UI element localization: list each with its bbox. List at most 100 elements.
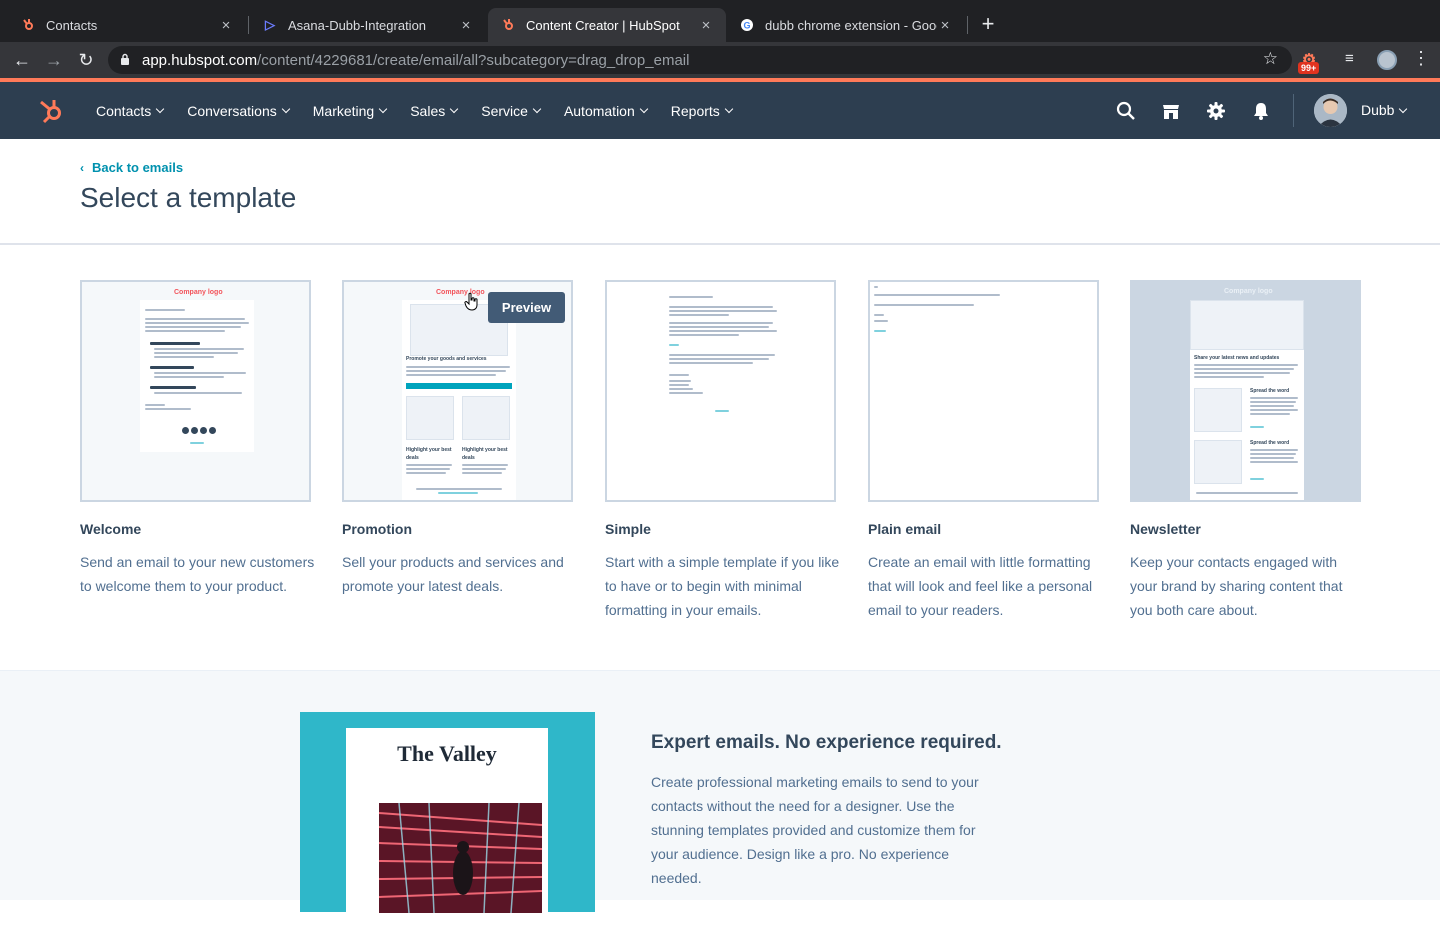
browser-profile-avatar[interactable]	[1377, 50, 1397, 70]
template-name: Simple	[605, 521, 651, 537]
template-description: Create an email with little formatting t…	[868, 554, 1093, 618]
thumb-company-logo: Company logo	[1224, 288, 1273, 295]
hubspot-logo-icon[interactable]	[37, 96, 65, 124]
template-card-plain-email[interactable]: Plain email Create an email with little …	[868, 280, 1099, 618]
nav-service[interactable]: Service	[481, 103, 542, 119]
close-icon[interactable]: ×	[937, 17, 953, 34]
promo-photo-image	[379, 803, 542, 913]
chevron-down-icon	[450, 104, 459, 114]
thumb-subheading: Spread the word	[1250, 440, 1290, 446]
url-text: app.hubspot.com/content/4229681/create/e…	[142, 52, 689, 69]
marketplace-icon[interactable]	[1160, 100, 1182, 122]
chevron-down-icon	[1399, 104, 1408, 113]
tab-title: Content Creator | HubSpot	[526, 17, 680, 33]
promo-email-sample: The Valley	[346, 728, 548, 928]
template-thumbnail[interactable]: Company logo Promote your goods and serv…	[342, 280, 573, 502]
media-controls-icon[interactable]: ≡	[1345, 50, 1354, 67]
search-icon[interactable]	[1115, 100, 1137, 122]
nav-contacts[interactable]: Contacts	[96, 102, 165, 119]
template-card-welcome[interactable]: Company logo Welcome Send an email to yo…	[80, 280, 314, 594]
close-icon[interactable]: ×	[458, 17, 474, 34]
nav-label: Sales	[410, 102, 446, 119]
hubspot-top-nav: Contacts Conversations Marketing Sales S…	[0, 82, 1440, 139]
template-card-simple[interactable]: Simple Start with a simple template if y…	[605, 280, 839, 618]
tab-title: dubb chrome extension - Goog	[765, 17, 937, 33]
thumb-subheading: Highlight your best deals	[462, 447, 508, 461]
url-host: app.hubspot.com	[142, 52, 258, 69]
thumb-company-logo: Company logo	[174, 289, 223, 296]
template-name: Welcome	[80, 521, 142, 537]
url-path: /content/4229681/create/email/all?subcat…	[257, 52, 690, 69]
hubspot-icon	[500, 17, 516, 33]
preview-button[interactable]: Preview	[488, 292, 565, 323]
browser-tab-google[interactable]: G dubb chrome extension - Goog ×	[727, 8, 965, 42]
settings-gear-icon[interactable]	[1205, 100, 1227, 122]
promo-illustration: The Valley	[300, 712, 595, 928]
back-arrow-icon[interactable]: ←	[10, 48, 34, 72]
lock-icon	[121, 53, 129, 65]
chevron-down-icon	[724, 104, 734, 114]
template-description: Keep your contacts engaged with your bra…	[1130, 554, 1343, 618]
template-thumbnail[interactable]	[868, 280, 1099, 502]
close-icon[interactable]: ×	[218, 17, 234, 34]
template-card-newsletter[interactable]: Company logo Share your latest news and …	[1130, 280, 1361, 618]
extension-badge: 99+	[1298, 62, 1320, 74]
nav-label: Contacts	[96, 102, 152, 119]
nav-label: Marketing	[312, 102, 375, 119]
header-divider	[0, 243, 1440, 245]
new-tab-button[interactable]: +	[976, 12, 1000, 36]
address-bar[interactable]: app.hubspot.com/content/4229681/create/e…	[108, 46, 1292, 74]
browser-menu-icon[interactable]: ⋮	[1412, 48, 1430, 69]
promo-art-title: The Valley	[397, 741, 497, 766]
dubb-icon: ▷	[265, 17, 275, 32]
template-card-promotion[interactable]: Company logo Promote your goods and serv…	[342, 280, 573, 594]
template-thumbnail[interactable]: Company logo	[80, 280, 311, 502]
chevron-down-icon	[532, 104, 542, 114]
template-name: Promotion	[342, 521, 412, 537]
template-name: Newsletter	[1130, 521, 1201, 537]
close-icon[interactable]: ×	[698, 17, 714, 34]
thumb-email-body	[140, 300, 254, 452]
browser-tab-contacts[interactable]: Contacts ×	[8, 8, 246, 42]
nav-reports[interactable]: Reports	[671, 103, 734, 119]
template-description: Send an email to your new customers to w…	[80, 554, 315, 594]
template-name: Plain email	[868, 521, 942, 537]
chevron-left-icon: ‹	[80, 160, 84, 175]
browser-tab-asana[interactable]: ▷ Asana-Dubb-Integration ×	[250, 8, 486, 42]
chevron-down-icon	[156, 104, 165, 114]
notifications-bell-icon[interactable]	[1250, 100, 1272, 122]
tab-separator	[967, 16, 968, 34]
nav-marketing[interactable]: Marketing	[312, 102, 388, 119]
avatar[interactable]	[1314, 94, 1347, 127]
template-thumbnail[interactable]	[605, 280, 836, 502]
nav-divider	[1293, 94, 1294, 127]
browser-tab-content-creator[interactable]: Content Creator | HubSpot ×	[488, 8, 726, 42]
hubspot-icon	[20, 17, 36, 33]
template-description: Sell your products and services and prom…	[342, 554, 564, 594]
google-icon: G	[739, 17, 755, 33]
page-title: Select a template	[80, 182, 297, 213]
chevron-down-icon	[639, 104, 649, 114]
tab-title: Asana-Dubb-Integration	[288, 17, 427, 33]
user-menu[interactable]: Dubb	[1361, 102, 1408, 118]
nav-label: Conversations	[187, 102, 277, 119]
template-thumbnail[interactable]: Company logo Share your latest news and …	[1130, 280, 1361, 502]
back-link-label: Back to emails	[92, 160, 184, 175]
chevron-down-icon	[378, 104, 388, 114]
template-description: Start with a simple template if you like…	[605, 554, 840, 618]
nav-conversations[interactable]: Conversations	[187, 102, 290, 119]
thumb-subheading: Spread the word	[1250, 388, 1290, 394]
thumb-heading: Promote your goods and services	[406, 356, 487, 362]
user-name: Dubb	[1361, 102, 1395, 118]
forward-arrow-icon[interactable]: →	[42, 48, 66, 72]
svg-text:G: G	[743, 21, 750, 31]
thumb-subheading: Highlight your best deals	[406, 447, 452, 461]
nav-automation[interactable]: Automation	[563, 102, 649, 119]
bookmark-star-icon[interactable]: ☆	[1263, 49, 1278, 69]
thumb-heading: Share your latest news and updates	[1194, 355, 1280, 361]
nav-label: Automation	[563, 102, 635, 119]
back-to-emails-link[interactable]: ‹ Back to emails	[80, 160, 183, 175]
chevron-down-icon	[281, 104, 290, 114]
reload-icon[interactable]: ↻	[74, 48, 98, 72]
nav-sales[interactable]: Sales	[410, 102, 459, 119]
